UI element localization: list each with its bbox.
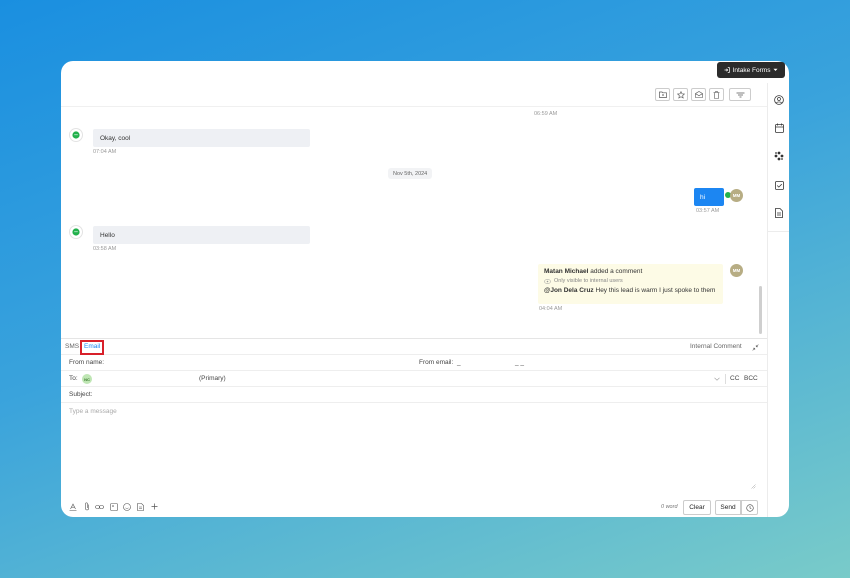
composer: SMS Email Internal Comment From name: Fr… [61,338,767,517]
timestamp: 07:04 AM [93,149,117,155]
outgoing-message: hi [694,188,724,206]
resize-handle-icon[interactable] [751,484,756,489]
from-email-label: From email: [419,359,454,366]
message-text: hi [700,193,706,201]
incoming-message: Okay, cool [93,129,310,147]
comment-action: added a comment [590,268,643,275]
from-email-field[interactable]: _ [457,359,461,366]
incoming-message: Hello [93,226,310,244]
collapse-icon[interactable] [752,344,759,351]
cc-button[interactable]: CC [730,375,739,382]
from-name-label: From name: [69,359,105,366]
divider [725,374,726,384]
recipient-avatar: NC [82,374,92,384]
composer-actions: 0 word Clear Send [61,496,767,517]
send-button[interactable]: Send [715,500,741,515]
document-icon[interactable] [772,206,786,220]
apps-icon[interactable] [772,149,786,163]
calendar-icon[interactable] [772,121,786,135]
intake-forms-label: Intake Forms [732,66,771,74]
sms-icon [69,225,83,239]
scrollbar[interactable] [759,286,762,334]
chevron-down-icon [773,68,778,71]
conversation-window: 06:59 AM Okay, cool 07:04 AM Nov 5th, 20… [61,61,789,517]
to-label: To: [69,375,78,382]
timestamp: 03:58 AM [93,246,117,252]
user-circle-icon[interactable] [772,93,786,107]
message-thread: 06:59 AM Okay, cool 07:04 AM Nov 5th, 20… [61,107,767,338]
tab-sms[interactable]: SMS [65,343,79,350]
schedule-button[interactable] [741,500,758,515]
folder-icon[interactable] [655,88,670,101]
avatar: MM [730,189,743,202]
mail-open-icon[interactable] [691,88,706,101]
internal-comment-toggle[interactable]: Internal Comment [690,343,742,350]
mention: @Jon Dela Cruz [544,287,594,294]
eye-icon [544,278,551,284]
checkbox-icon[interactable] [772,178,786,192]
emoji-icon[interactable] [122,502,131,511]
message-text: Hello [100,231,115,239]
to-row: To: NC (Primary) CC BCC [61,371,767,387]
from-email-field-end: _ _ [515,359,525,366]
message-placeholder: Type a message [69,408,117,415]
clock-icon [745,503,754,512]
tab-email-highlight [80,340,104,355]
clear-button[interactable]: Clear [683,500,711,515]
star-icon[interactable] [673,88,688,101]
intake-forms-button[interactable]: Intake Forms [717,62,785,78]
filter-icon[interactable] [729,88,751,101]
internal-comment: Matan Michael added a comment Only visib… [538,264,723,304]
visibility-note: Only visible to internal users [554,278,623,284]
timestamp: 04:04 AM [539,306,563,312]
attachment-icon[interactable] [82,502,91,511]
subject-label: Subject: [69,391,93,398]
channel-tabs: SMS Email Internal Comment [61,339,767,355]
sms-icon [69,128,83,142]
message-text: Okay, cool [100,134,131,142]
timestamp: 06:59 AM [534,111,558,117]
comment-author: Matan Michael [544,268,589,275]
image-icon[interactable] [109,502,118,511]
sign-in-icon [724,67,730,73]
chevron-down-icon[interactable] [714,377,720,381]
plus-icon[interactable] [150,502,159,511]
text-format-icon[interactable] [68,502,77,511]
divider [768,231,789,232]
comment-text: Hey this lead is warm I just spoke to th… [595,287,716,294]
link-icon[interactable] [95,502,104,511]
conversation-toolbar [61,83,767,107]
template-icon[interactable] [136,502,145,511]
timestamp: 03:57 AM [696,208,720,214]
bcc-button[interactable]: BCC [744,375,758,382]
word-count: 0 word [661,504,678,510]
avatar: MM [730,264,743,277]
trash-icon[interactable] [709,88,724,101]
subject-row: Subject: [61,387,767,403]
right-sidebar [767,83,789,517]
message-textarea[interactable]: Type a message [61,404,767,494]
date-divider: Nov 5th, 2024 [388,168,433,179]
recipient-primary[interactable]: (Primary) [199,375,226,382]
from-row: From name: From email: _ _ _ [61,355,767,371]
